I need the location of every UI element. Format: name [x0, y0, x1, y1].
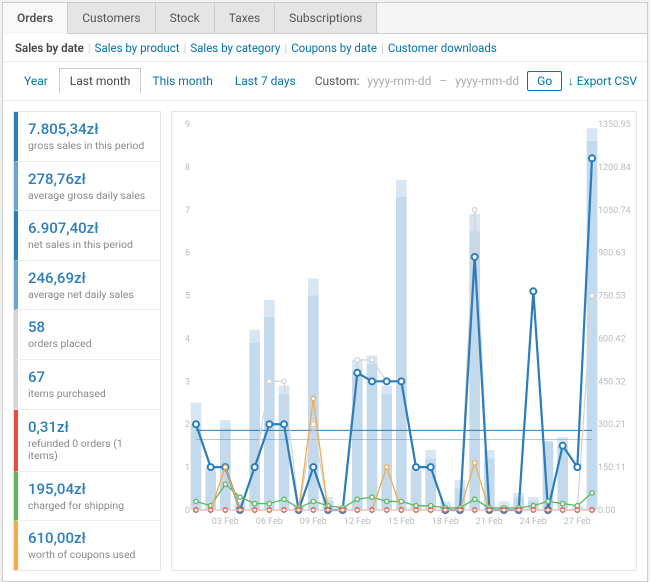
metrics-sidebar: 7.805,34zł gross sales in this period 278,…: [13, 111, 161, 571]
svg-text:2: 2: [185, 420, 190, 430]
metric-6[interactable]: 0,31zł refunded 0 orders (1 items): [14, 410, 160, 472]
svg-text:600.42: 600.42: [598, 334, 626, 344]
svg-text:1050.74: 1050.74: [598, 206, 631, 216]
svg-text:06 Feb: 06 Feb: [256, 517, 283, 527]
range-tab-year[interactable]: Year: [13, 68, 59, 94]
svg-text:1200.84: 1200.84: [598, 163, 631, 173]
metric-2[interactable]: 6.907,40zł net sales in this period: [14, 211, 160, 261]
top-tab-taxes[interactable]: Taxes: [215, 3, 275, 33]
top-tab-orders[interactable]: Orders: [3, 3, 68, 34]
svg-text:750.53: 750.53: [598, 292, 626, 302]
metric-label: orders placed: [28, 338, 150, 351]
metric-5[interactable]: 67 items purchased: [14, 360, 160, 410]
metric-0[interactable]: 7.805,34zł gross sales in this period: [14, 112, 160, 162]
svg-text:300.21: 300.21: [598, 420, 626, 430]
svg-text:03 Feb: 03 Feb: [212, 517, 239, 527]
metric-value: 58: [28, 318, 150, 336]
go-button[interactable]: Go: [527, 71, 562, 91]
svg-text:12 Feb: 12 Feb: [344, 517, 371, 527]
subnav-customer-downloads[interactable]: Customer downloads: [388, 41, 497, 55]
export-csv-link[interactable]: Export CSV: [568, 74, 637, 88]
metric-value: 195,04zł: [28, 480, 150, 498]
svg-text:0: 0: [185, 506, 190, 516]
metric-label: gross sales in this period: [28, 140, 150, 153]
metric-label: worth of coupons used: [28, 549, 150, 562]
subnav-sales-by-product[interactable]: Sales by product: [95, 41, 180, 55]
metric-label: average gross daily sales: [28, 190, 150, 203]
metric-value: 278,76zł: [28, 170, 150, 188]
svg-text:4: 4: [185, 334, 190, 344]
svg-text:27 Feb: 27 Feb: [564, 517, 591, 527]
svg-text:150.11: 150.11: [598, 463, 626, 473]
svg-text:18 Feb: 18 Feb: [432, 517, 459, 527]
metric-7[interactable]: 195,04zł charged for shipping: [14, 472, 160, 522]
svg-text:09 Feb: 09 Feb: [300, 517, 327, 527]
svg-text:8: 8: [185, 163, 190, 173]
metric-value: 67: [28, 368, 150, 386]
metric-value: 0,31zł: [28, 418, 150, 436]
top-tab-customers[interactable]: Customers: [68, 3, 155, 33]
svg-text:1: 1: [185, 463, 190, 473]
metric-value: 246,69zł: [28, 269, 150, 287]
subnav-sales-by-date[interactable]: Sales by date: [15, 41, 84, 55]
sales-chart[interactable]: 0 1 2 3 4 5 6 7 8 9 0.00 150.11 300.21 450.32 600.42 75…: [171, 111, 637, 571]
range-tab-this-month[interactable]: This month: [141, 68, 223, 94]
svg-text:3: 3: [185, 377, 190, 387]
metric-label: charged for shipping: [28, 500, 150, 513]
range-tab-last-7-days[interactable]: Last 7 days: [224, 68, 307, 94]
metric-label: average net daily sales: [28, 289, 150, 302]
date-to-input[interactable]: yyyy-mm-dd: [455, 74, 519, 88]
svg-text:9: 9: [185, 120, 190, 130]
svg-text:450.32: 450.32: [598, 377, 626, 387]
custom-label: Custom:: [315, 74, 360, 88]
metric-value: 7.805,34zł: [28, 120, 150, 138]
svg-text:15 Feb: 15 Feb: [388, 517, 415, 527]
metric-1[interactable]: 278,76zł average gross daily sales: [14, 162, 160, 212]
top-tab-subscriptions[interactable]: Subscriptions: [275, 3, 377, 33]
svg-text:24 Feb: 24 Feb: [520, 517, 547, 527]
metric-3[interactable]: 246,69zł average net daily sales: [14, 261, 160, 311]
top-tab-stock[interactable]: Stock: [156, 3, 215, 33]
date-separator: –: [439, 74, 447, 88]
metric-label: refunded 0 orders (1 items): [28, 438, 150, 463]
metric-label: items purchased: [28, 388, 150, 401]
svg-text:1350.95: 1350.95: [598, 120, 631, 130]
metric-label: net sales in this period: [28, 239, 150, 252]
metric-value: 6.907,40zł: [28, 219, 150, 237]
svg-text:0.00: 0.00: [598, 506, 616, 516]
subnav-coupons-by-date[interactable]: Coupons by date: [291, 41, 377, 55]
subnav-sales-by-category[interactable]: Sales by category: [190, 41, 280, 55]
svg-text:6: 6: [185, 249, 190, 259]
metric-value: 610,00zł: [28, 529, 150, 547]
range-tab-last-month[interactable]: Last month: [59, 68, 142, 94]
svg-text:21 Feb: 21 Feb: [476, 517, 503, 527]
svg-text:7: 7: [185, 206, 190, 216]
svg-text:5: 5: [185, 292, 190, 302]
metric-8[interactable]: 610,00zł worth of coupons used: [14, 521, 160, 570]
svg-text:900.63: 900.63: [598, 249, 626, 259]
date-from-input[interactable]: yyyy-mm-dd: [367, 74, 431, 88]
metric-4[interactable]: 58 orders placed: [14, 310, 160, 360]
